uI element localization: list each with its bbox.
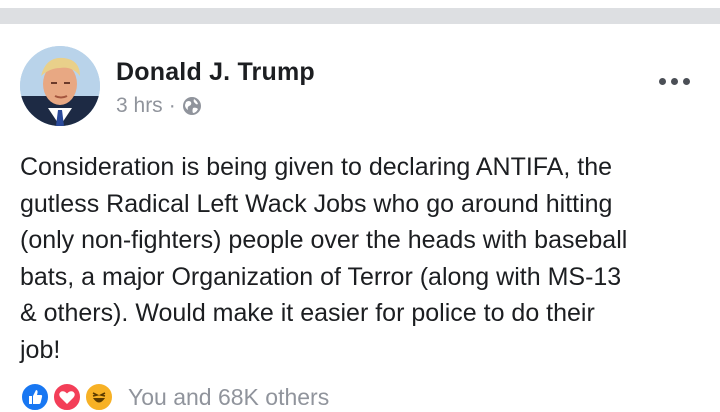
avatar-image xyxy=(20,46,100,126)
love-icon xyxy=(52,382,82,412)
post-meta: 3 hrs · xyxy=(116,94,202,118)
feed-divider xyxy=(0,0,720,26)
more-options-icon[interactable] xyxy=(650,64,700,98)
like-icon xyxy=(20,382,50,412)
avatar[interactable] xyxy=(20,46,100,126)
globe-icon xyxy=(182,96,202,116)
meta-separator: · xyxy=(168,94,176,117)
haha-icon xyxy=(84,382,114,412)
reactions-row[interactable]: You and 68K others xyxy=(20,382,329,412)
post-timestamp[interactable]: 3 hrs xyxy=(116,94,163,118)
post-card: Donald J. Trump 3 hrs · Consideration is… xyxy=(0,24,720,412)
post-text: Consideration is being given to declarin… xyxy=(20,153,628,364)
reaction-summary[interactable]: You and 68K others xyxy=(128,384,329,411)
author-name[interactable]: Donald J. Trump xyxy=(116,58,315,87)
reaction-icons xyxy=(20,382,118,412)
